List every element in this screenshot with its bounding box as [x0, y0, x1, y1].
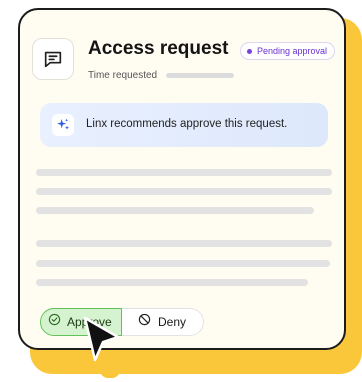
recommendation-text: Linx recommends approve this request. [86, 118, 288, 130]
status-badge-label: Pending approval [257, 46, 328, 56]
recommendation-banner: Linx recommends approve this request. [40, 103, 328, 147]
status-badge: Pending approval [240, 42, 336, 60]
placeholder-line [36, 240, 332, 247]
check-circle-icon [48, 313, 61, 331]
placeholder-line [36, 188, 332, 195]
sparkle-icon [52, 114, 74, 136]
time-requested-label: Time requested [88, 70, 158, 81]
placeholder-line [36, 169, 332, 176]
deny-button-label: Deny [158, 315, 187, 329]
placeholder-line [36, 207, 314, 214]
deny-button[interactable]: Deny [122, 308, 204, 336]
block-icon [138, 313, 151, 331]
message-icon [32, 38, 74, 80]
placeholder-line [36, 279, 308, 286]
status-dot-icon [247, 48, 252, 54]
mouse-pointer-icon [83, 316, 120, 362]
placeholder-line [36, 260, 330, 267]
page-title: Access request [88, 38, 229, 59]
stage: Access request Pending approval Time req… [0, 0, 362, 382]
access-request-card: Access request Pending approval Time req… [18, 8, 346, 350]
time-requested-placeholder [166, 73, 234, 78]
